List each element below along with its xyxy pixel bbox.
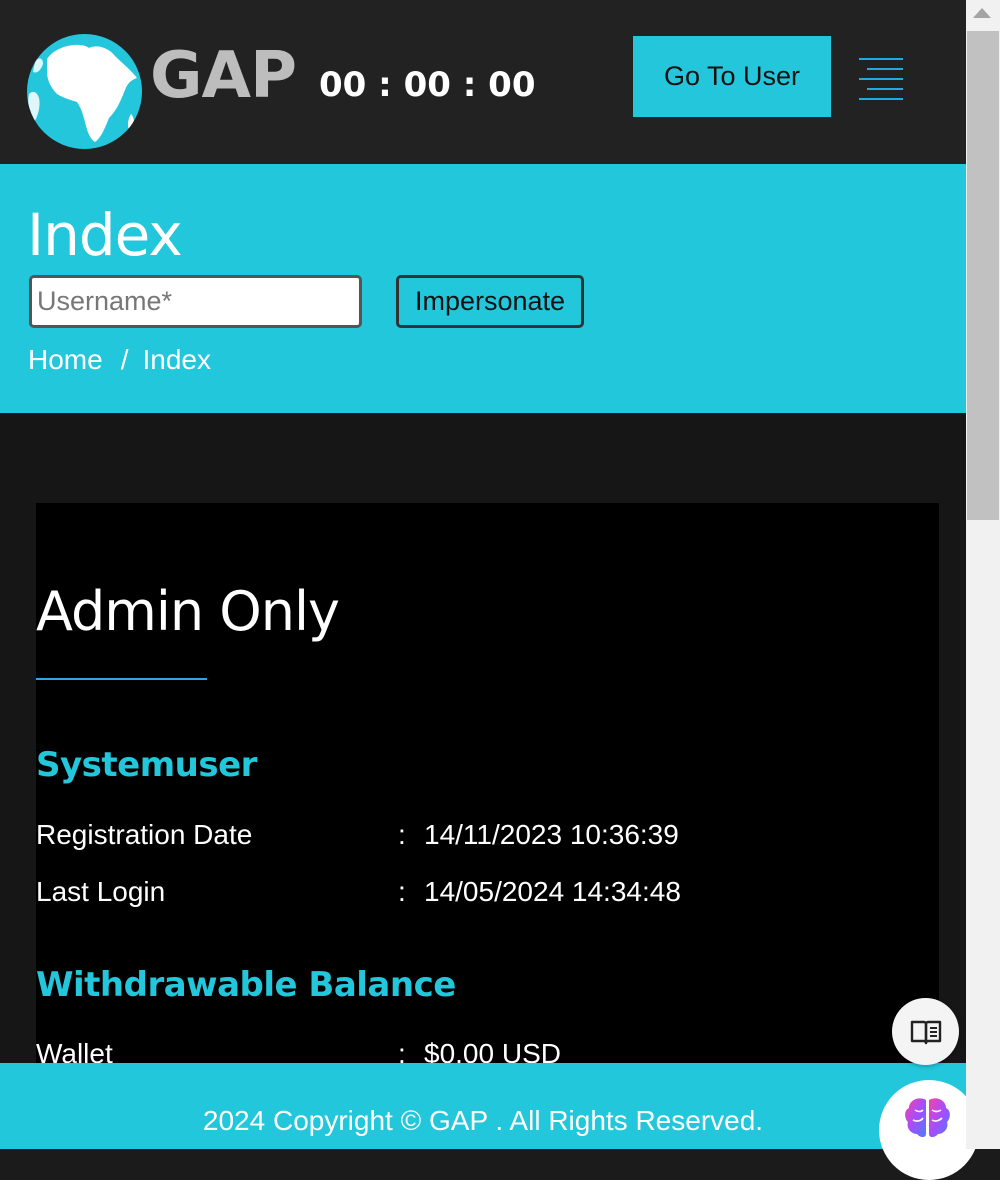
copyright-text: 2024 Copyright © GAP . All Rights Reserv…: [202, 1105, 764, 1136]
page-banner: Index Impersonate Home / Index: [0, 164, 966, 413]
book-open-icon[interactable]: [892, 998, 959, 1065]
breadcrumb: Home / Index: [28, 344, 211, 376]
balance-section-heading: Withdrawable Balance: [36, 965, 456, 1005]
africa-globe-icon[interactable]: [27, 34, 142, 149]
title-underline: [36, 678, 207, 680]
row-label: Last Login: [36, 876, 166, 907]
row-value: 14/05/2024 14:34:48: [424, 876, 681, 907]
row-label: Registration Date: [36, 819, 253, 850]
impersonate-button[interactable]: Impersonate: [396, 275, 584, 328]
site-header: GAP 00 : 00 : 00 Go To User: [0, 0, 966, 164]
site-footer: 2024 Copyright © GAP . All Rights Reserv…: [0, 1063, 966, 1149]
info-row: Last Login : 14/05/2024 14:34:48: [36, 876, 939, 916]
row-colon: :: [398, 819, 406, 850]
go-to-user-button[interactable]: Go To User: [633, 36, 831, 117]
logo-wordmark[interactable]: GAP: [150, 44, 297, 108]
row-colon: :: [398, 876, 406, 907]
info-row: Registration Date : 14/11/2023 10:36:39: [36, 819, 939, 859]
page-title: Index: [27, 201, 183, 269]
hamburger-menu-icon[interactable]: [857, 56, 905, 104]
scrollbar-thumb[interactable]: [967, 31, 999, 520]
page: GAP 00 : 00 : 00 Go To User Index Impers…: [0, 0, 966, 1149]
scroll-up-arrow-icon[interactable]: [973, 8, 991, 18]
vertical-scrollbar[interactable]: [966, 0, 1000, 1149]
breadcrumb-home-link[interactable]: Home: [28, 344, 103, 376]
countdown-timer: 00 : 00 : 00: [319, 65, 536, 105]
admin-card: Admin Only Systemuser Registration Date …: [36, 503, 939, 1103]
user-section-heading: Systemuser: [36, 745, 257, 785]
breadcrumb-current: Index: [142, 344, 211, 375]
brain-icon[interactable]: [879, 1080, 979, 1180]
card-title: Admin Only: [36, 580, 340, 643]
username-input[interactable]: [29, 275, 362, 328]
row-value: 14/11/2023 10:36:39: [424, 819, 679, 850]
breadcrumb-separator: /: [120, 344, 129, 375]
